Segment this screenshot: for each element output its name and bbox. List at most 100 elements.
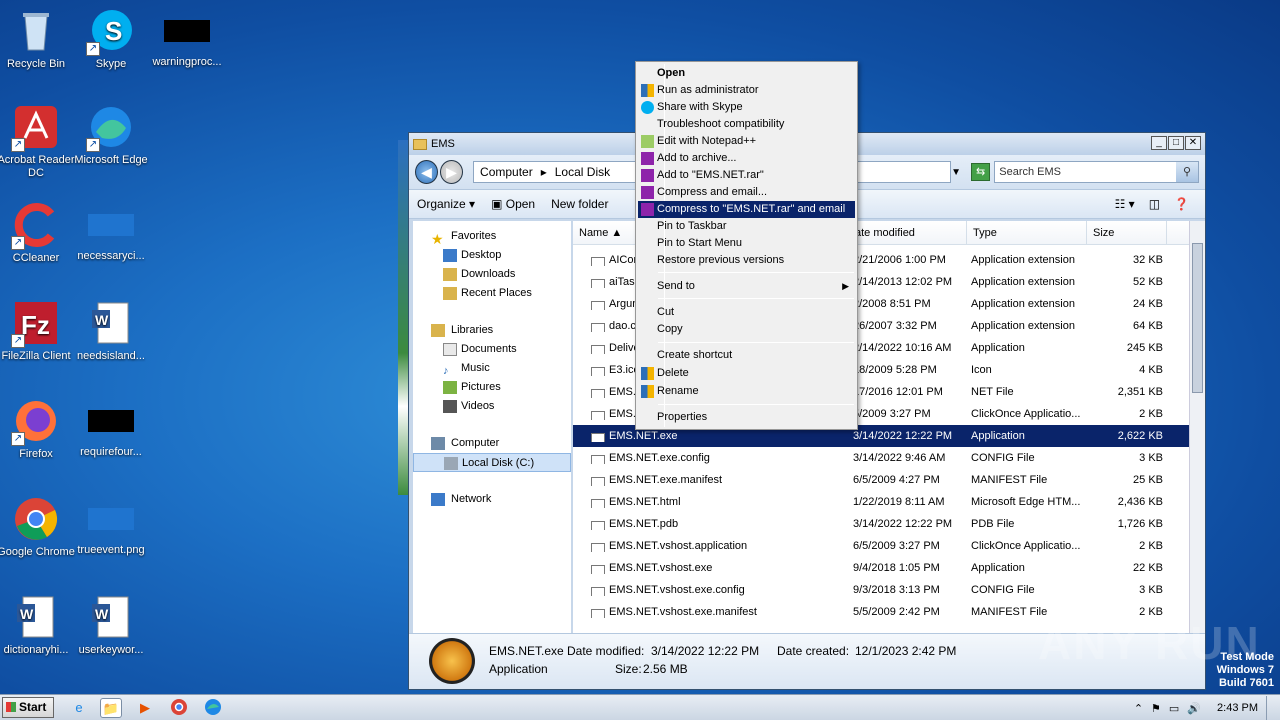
desktop-icon-chrome[interactable]: Google Chrome — [0, 496, 75, 559]
refresh-button[interactable]: ⇆ — [971, 163, 991, 181]
tray-expand-icon[interactable]: ⌃ — [1134, 702, 1143, 715]
nav-downloads[interactable]: Downloads — [413, 265, 571, 284]
menu-pin-start[interactable]: Pin to Start Menu — [638, 235, 855, 252]
column-type[interactable]: Type — [967, 221, 1087, 244]
menu-create-shortcut[interactable]: Create shortcut — [638, 347, 855, 364]
menu-troubleshoot[interactable]: Troubleshoot compatibility — [638, 116, 855, 133]
navigation-pane: ★ Favorites Desktop Downloads Recent Plac… — [413, 221, 571, 633]
vertical-scrollbar[interactable] — [1189, 221, 1205, 633]
menu-share-skype[interactable]: Share with Skype — [638, 99, 855, 116]
desktop-icon-dictionaryhi[interactable]: W dictionaryhi... — [0, 594, 75, 657]
nav-documents[interactable]: Documents — [413, 340, 571, 359]
chrome-taskbar-icon[interactable] — [168, 698, 190, 718]
explorer-taskbar-icon[interactable]: 📁 — [100, 698, 122, 718]
menu-compress-rar-email[interactable]: Compress to "EMS.NET.rar" and email — [638, 201, 855, 218]
menu-cut[interactable]: Cut — [638, 304, 855, 321]
desktop-icon-edge[interactable]: ↗ Microsoft Edge — [72, 104, 150, 167]
nav-favorites[interactable]: ★ Favorites — [413, 227, 571, 247]
flag-icon[interactable]: ⚑ — [1151, 702, 1161, 715]
maximize-button[interactable]: □ — [1168, 136, 1184, 150]
menu-properties[interactable]: Properties — [638, 409, 855, 426]
nav-network[interactable]: Network — [413, 490, 571, 509]
help-icon[interactable]: ❓ — [1174, 197, 1189, 211]
open-button[interactable]: ▣ Open — [491, 197, 535, 211]
nav-videos[interactable]: Videos — [413, 397, 571, 416]
file-name: EMS.NET.vshost.exe.config — [573, 584, 849, 596]
desktop-icon-ccleaner[interactable]: ↗ CCleaner — [0, 202, 75, 265]
computer-icon — [431, 437, 445, 450]
close-button[interactable]: ✕ — [1185, 136, 1201, 150]
breadcrumb-computer[interactable]: Computer — [480, 165, 533, 179]
address-dropdown-icon[interactable]: ▼ — [951, 167, 961, 178]
menu-send-to[interactable]: Send to ▶ — [638, 278, 855, 295]
menu-delete[interactable]: Delete — [638, 365, 855, 382]
file-row[interactable]: EMS.NET.exe.manifest 6/5/2009 4:27 PM MANI… — [573, 469, 1199, 491]
volume-icon[interactable]: 🔊 — [1187, 702, 1201, 715]
breadcrumb-local-disk[interactable]: Local Disk — [555, 165, 610, 179]
minimize-button[interactable]: _ — [1151, 136, 1167, 150]
ie-icon[interactable]: e — [68, 698, 90, 718]
desktop-icon-firefox[interactable]: ↗ Firefox — [0, 398, 75, 461]
forward-button[interactable]: ▶ — [440, 160, 464, 184]
media-player-icon[interactable]: ▶ — [134, 698, 156, 718]
edge-taskbar-icon[interactable] — [202, 698, 224, 718]
file-type: Application — [971, 430, 1025, 442]
file-name: EMS.NET.exe — [573, 430, 849, 442]
menu-compress-email[interactable]: Compress and email... — [638, 184, 855, 201]
file-row[interactable]: EMS.NET.vshost.exe.config 9/3/2018 3:13 P… — [573, 579, 1199, 601]
desktop-icon-label: dictionaryhi... — [3, 644, 69, 656]
menu-add-rar[interactable]: Add to "EMS.NET.rar" — [638, 167, 855, 184]
file-row[interactable]: EMS.NET.exe.config 3/14/2022 9:46 AM CONFI… — [573, 447, 1199, 469]
menu-pin-taskbar[interactable]: Pin to Taskbar — [638, 218, 855, 235]
nav-pictures[interactable]: Pictures — [413, 378, 571, 397]
desktop-icon-filezilla[interactable]: Fz ↗ FileZilla Client — [0, 300, 75, 363]
nav-music[interactable]: ♪ Music — [413, 359, 571, 378]
start-button[interactable]: Start — [2, 697, 54, 718]
nav-computer[interactable]: Computer — [413, 434, 571, 453]
menu-edit-notepad[interactable]: Edit with Notepad++ — [638, 133, 855, 150]
desktop-icon-requirefour[interactable]: requirefour... — [72, 398, 150, 459]
folder-icon — [413, 138, 427, 150]
network-tray-icon[interactable]: ▭ — [1169, 702, 1179, 715]
view-options-icon[interactable]: ☷ ▾ — [1115, 197, 1135, 211]
file-icon — [591, 499, 605, 508]
file-size: 2 KB — [1139, 408, 1163, 420]
preview-pane-icon[interactable]: ◫ — [1149, 197, 1160, 211]
desktop-icon-skype[interactable]: S ↗ Skype — [72, 8, 150, 71]
search-input[interactable]: Search EMS ⚲ — [994, 161, 1199, 183]
file-row[interactable]: EMS.NET.html 1/22/2019 8:11 AM Microsoft E… — [573, 491, 1199, 513]
file-row[interactable]: EMS.NET.vshost.application 6/5/2009 3:27 … — [573, 535, 1199, 557]
desktop-icon-necessaryci[interactable]: necessaryci... — [72, 202, 150, 263]
details-type: Application — [489, 662, 548, 676]
back-button[interactable]: ◀ — [415, 160, 439, 184]
nav-desktop[interactable]: Desktop — [413, 246, 571, 265]
column-date[interactable]: ate modified — [849, 221, 967, 244]
desktop-icon-needsisland[interactable]: W needsisland... — [72, 300, 150, 363]
new-folder-button[interactable]: New folder — [551, 197, 608, 211]
desktop-icon-userkeywor[interactable]: W userkeywor... — [72, 594, 150, 657]
desktop-icon-recycle-bin[interactable]: Recycle Bin — [0, 8, 75, 71]
menu-restore-versions[interactable]: Restore previous versions — [638, 252, 855, 269]
column-size[interactable]: Size — [1087, 221, 1167, 244]
clock[interactable]: 2:43 PM — [1217, 702, 1258, 714]
menu-rename[interactable]: Rename — [638, 383, 855, 400]
file-date: 2/14/2022 10:16 AM — [853, 342, 952, 354]
organize-button[interactable]: Organize ▾ — [417, 197, 475, 211]
nav-recent-places[interactable]: Recent Places — [413, 284, 571, 303]
file-name-text: dao.c — [609, 320, 636, 332]
file-row[interactable]: EMS.NET.pdb 3/14/2022 12:22 PM PDB File 1,7… — [573, 513, 1199, 535]
desktop-icon-trueevent[interactable]: trueevent.png — [72, 496, 150, 557]
show-desktop-button[interactable] — [1266, 696, 1276, 720]
nav-local-disk[interactable]: Local Disk (C:) — [413, 453, 571, 472]
menu-add-archive[interactable]: Add to archive... — [638, 150, 855, 167]
file-row[interactable]: EMS.NET.vshost.exe 9/4/2018 1:05 PM Applic… — [573, 557, 1199, 579]
menu-open[interactable]: Open — [638, 65, 855, 82]
menu-run-as-admin[interactable]: Run as administrator — [638, 82, 855, 99]
search-icon[interactable]: ⚲ — [1176, 162, 1198, 182]
desktop-icon-warningproc[interactable]: warningproc... — [148, 8, 226, 69]
scrollbar-thumb[interactable] — [1192, 243, 1203, 393]
nav-libraries[interactable]: Libraries — [413, 321, 571, 340]
menu-copy[interactable]: Copy — [638, 321, 855, 338]
desktop-icon-acrobat[interactable]: ↗ Acrobat Reader DC — [0, 104, 75, 180]
file-size: 245 KB — [1126, 342, 1163, 354]
